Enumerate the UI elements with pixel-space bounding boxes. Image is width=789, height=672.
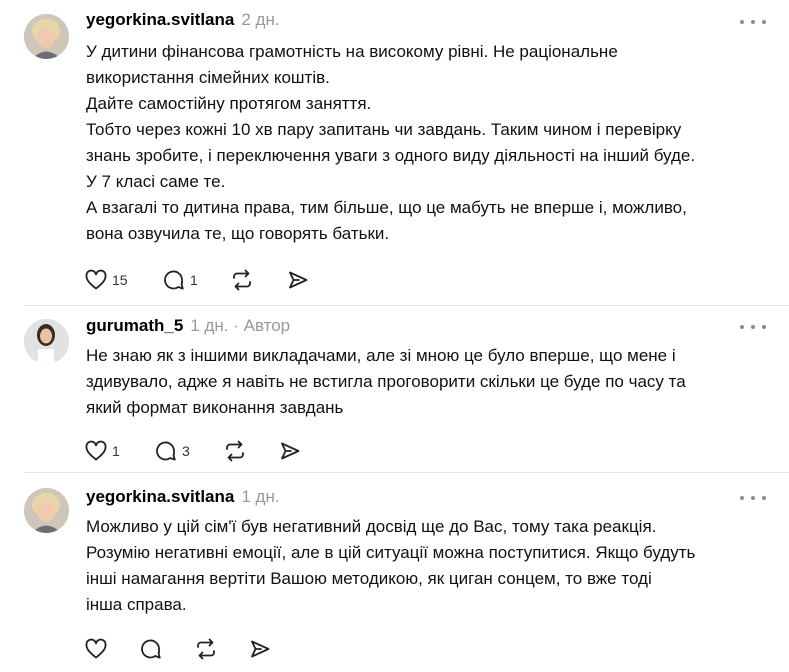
comment-header: yegorkina.svitlana 2 дн. (86, 10, 280, 30)
comment-icon (156, 441, 176, 461)
avatar[interactable] (24, 488, 69, 533)
more-dots-icon[interactable] (740, 18, 766, 26)
text-line: вона озвучила те, що говорять батьки. (86, 224, 390, 243)
text-line: У 7 класі саме те. (86, 172, 226, 191)
repost-icon (233, 269, 251, 291)
avatar-photo (24, 488, 69, 533)
send-icon (289, 271, 308, 289)
like-button[interactable]: 15 (84, 267, 128, 293)
timestamp[interactable]: 1 дн. (190, 316, 228, 335)
share-button[interactable] (286, 267, 310, 293)
reply-button[interactable] (139, 636, 163, 662)
text-line: знань зробите, і переключення уваги з од… (86, 146, 696, 165)
text-line: Дайте самостійну протягом заняття. (86, 94, 372, 113)
heart-icon (85, 638, 107, 659)
comment-icon (141, 639, 161, 659)
text-line: Можливо у цій сім'ї був негативний досві… (86, 517, 657, 536)
repost-button[interactable] (223, 438, 247, 464)
text-line: А взагалі то дитина права, тим більше, щ… (86, 198, 687, 217)
comment-text: У дитини фінансова грамотність на високо… (86, 39, 776, 247)
repost-icon (197, 638, 215, 660)
comment-icon (164, 270, 184, 290)
comment: yegorkina.svitlana 2 дн. У дитини фінансо… (0, 0, 789, 310)
timestamp[interactable]: 1 дн. (241, 487, 279, 506)
more-dots-icon[interactable] (740, 323, 766, 331)
share-button[interactable] (278, 438, 302, 464)
text-line: який формат виконання завдань (86, 398, 344, 417)
avatar-photo (24, 14, 69, 59)
comment-text: Можливо у цій сім'ї був негативний досві… (86, 514, 776, 618)
heart-icon (85, 269, 107, 290)
repost-button[interactable] (230, 267, 254, 293)
reply-count: 3 (182, 443, 190, 459)
comment: gurumath_5 1 дн. · Автор Не знаю як з інш… (0, 306, 789, 472)
avatar[interactable] (24, 14, 69, 59)
like-count: 1 (112, 443, 120, 459)
text-line: Розумію негативні емоції, але в цій ситу… (86, 543, 696, 562)
username[interactable]: yegorkina.svitlana (86, 487, 234, 506)
text-line: Тобто через кожні 10 хв пару запитань чи… (86, 120, 682, 139)
like-button[interactable] (84, 636, 108, 662)
share-button[interactable] (248, 636, 272, 662)
avatar-photo (24, 319, 69, 364)
comment-header: gurumath_5 1 дн. · Автор (86, 316, 290, 336)
comment: yegorkina.svitlana 1 дн. Можливо у цій сі… (0, 473, 789, 672)
more-dots-icon[interactable] (740, 494, 766, 502)
text-line: інша справа. (86, 595, 187, 614)
timestamp[interactable]: 2 дн. (241, 10, 279, 29)
avatar[interactable] (24, 319, 69, 364)
reply-count: 1 (190, 272, 198, 288)
repost-icon (226, 440, 244, 462)
like-count: 15 (112, 272, 128, 288)
author-badge: · Автор (233, 316, 291, 335)
username[interactable]: yegorkina.svitlana (86, 10, 234, 29)
heart-icon (85, 440, 107, 461)
send-icon (281, 442, 300, 460)
text-line: У дитини фінансова грамотність на високо… (86, 42, 618, 61)
comment-text: Не знаю як з іншими викладачами, але зі … (86, 343, 776, 421)
username[interactable]: gurumath_5 (86, 316, 183, 335)
text-line: Не знаю як з іншими викладачами, але зі … (86, 346, 676, 365)
reply-button[interactable]: 1 (162, 267, 198, 293)
comment-header: yegorkina.svitlana 1 дн. (86, 487, 280, 507)
reply-button[interactable]: 3 (154, 438, 190, 464)
text-line: здивувало, адже я навіть не встигла прог… (86, 372, 686, 391)
text-line: інші намагання вертіти Вашою методикою, … (86, 569, 652, 588)
repost-button[interactable] (194, 636, 218, 662)
like-button[interactable]: 1 (84, 438, 120, 464)
send-icon (251, 640, 270, 658)
text-line: використання сімейних коштів. (86, 68, 330, 87)
